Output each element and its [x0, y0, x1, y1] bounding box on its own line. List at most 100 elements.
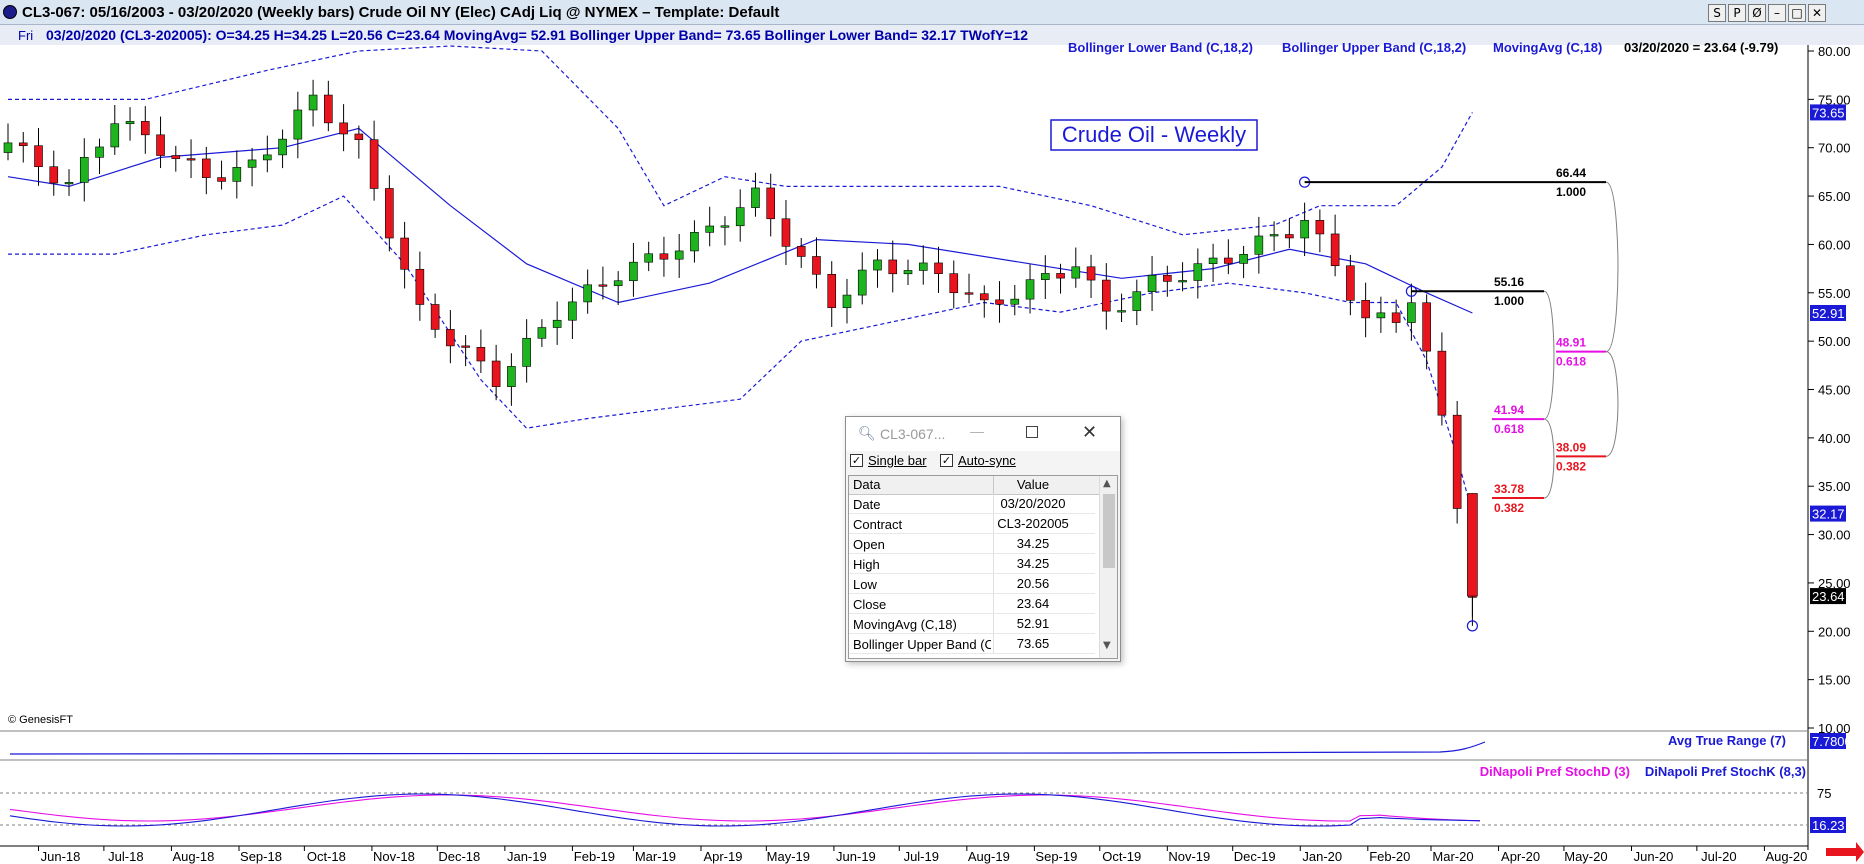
- fib-ratio-label: 1.000: [1494, 294, 1524, 308]
- month-label: Feb-20: [1369, 849, 1410, 864]
- price-tick-label: 70.00: [1818, 141, 1851, 156]
- candle-body: [461, 345, 470, 348]
- month-label: Aug-19: [968, 849, 1010, 864]
- candle-body: [934, 262, 943, 274]
- data-grid-scrollbar[interactable]: ▲ ▼: [1099, 476, 1117, 658]
- data-window-titlebar[interactable]: 🔍︎ CL3-067... — ✕: [846, 417, 1120, 451]
- candle-body: [491, 360, 501, 387]
- fib-ratio-label: 0.618: [1494, 422, 1524, 436]
- stoch-k-label: DiNapoli Pref StochK (8,3): [1645, 764, 1806, 779]
- bollinger-lower-band-line: [8, 195, 1473, 514]
- candle-body: [949, 273, 959, 294]
- atr-label: Avg True Range (7): [1668, 733, 1786, 748]
- data-window-options: ✓ Single bar ✓ Auto-sync: [846, 451, 1120, 471]
- auto-sync-label[interactable]: Auto-sync: [958, 453, 1016, 468]
- data-window[interactable]: 🔍︎ CL3-067... — ✕ ✓ Single bar ✓ Auto-sy…: [845, 416, 1121, 662]
- candle-body: [1407, 302, 1416, 323]
- data-window-minimize-icon[interactable]: —: [970, 423, 984, 439]
- fib-bracket: [1605, 181, 1619, 353]
- month-label: Dec-19: [1234, 849, 1276, 864]
- candle-body: [1010, 298, 1020, 305]
- candle-body: [3, 142, 13, 153]
- candle-body: [1315, 220, 1325, 235]
- candle-body: [568, 301, 577, 321]
- scroll-down-icon[interactable]: ▼: [1103, 640, 1111, 651]
- candle-body: [95, 146, 104, 158]
- candle-body: [552, 319, 562, 328]
- candle-body: [1071, 266, 1081, 279]
- candle-body: [1193, 263, 1203, 281]
- candle-body: [278, 138, 287, 156]
- fib-bracket: [1543, 290, 1555, 420]
- candle-body: [1132, 291, 1142, 311]
- candle-body: [64, 182, 74, 185]
- data-window-close-icon[interactable]: ✕: [1082, 422, 1097, 443]
- candle-body: [247, 159, 257, 168]
- row-label: Date: [853, 497, 881, 512]
- candle-body: [796, 246, 806, 257]
- candle-body: [1422, 302, 1431, 352]
- price-tick-label: 50.00: [1818, 334, 1851, 349]
- candle-body: [964, 292, 974, 295]
- candle-body: [1254, 235, 1264, 255]
- candle-body: [613, 280, 623, 287]
- fib-ratio-label: 0.382: [1556, 459, 1586, 473]
- row-value: 23.64: [993, 594, 1072, 613]
- row-value: 34.25: [993, 554, 1072, 573]
- row-value: 34.25: [993, 534, 1072, 553]
- legend-lower-band: Bollinger Lower Band (C,18,2): [1068, 40, 1253, 55]
- candle-body: [354, 133, 364, 141]
- candle-body: [1163, 274, 1172, 282]
- month-label: Nov-19: [1168, 849, 1210, 864]
- candle-body: [156, 134, 165, 156]
- row-label: Contract: [853, 517, 903, 532]
- magnifier-icon: 🔍︎: [858, 426, 876, 442]
- candle-body: [125, 121, 135, 125]
- scroll-right-arrow-icon[interactable]: [1826, 842, 1864, 862]
- column-header-value[interactable]: Value: [993, 476, 1072, 494]
- candle-body: [140, 121, 150, 136]
- column-header-data[interactable]: Data: [853, 477, 880, 492]
- candle-body: [339, 122, 348, 135]
- month-label: May-20: [1564, 849, 1607, 864]
- row-value: 73.65: [993, 634, 1072, 653]
- candle-body: [1391, 312, 1401, 323]
- data-grid-header: Data Value: [849, 476, 1117, 495]
- scroll-up-icon[interactable]: ▲: [1103, 478, 1111, 489]
- candle-body: [1178, 280, 1187, 283]
- data-window-maximize-icon[interactable]: [1026, 426, 1038, 438]
- candle-body: [1239, 254, 1248, 264]
- month-label: Sep-19: [1035, 849, 1077, 864]
- atr-value-badge: 7.7800: [1812, 734, 1852, 749]
- data-grid[interactable]: Data Value Date 03/20/2020 Contract CL3-20…: [848, 475, 1118, 659]
- candle-body: [1330, 233, 1340, 267]
- single-bar-checkbox[interactable]: ✓: [850, 454, 863, 467]
- single-bar-label[interactable]: Single bar: [868, 453, 927, 468]
- candle-body: [629, 261, 638, 282]
- price-tick-label: 40.00: [1818, 431, 1851, 446]
- candle-body: [202, 158, 211, 178]
- candle-body: [781, 218, 791, 247]
- candle-body: [690, 232, 699, 252]
- month-label: Apr-19: [703, 849, 742, 864]
- candle-body: [1102, 279, 1111, 312]
- month-label: Apr-20: [1501, 849, 1540, 864]
- candle-body: [1056, 273, 1065, 279]
- candle-body: [1452, 414, 1462, 509]
- row-label: Close: [853, 597, 887, 612]
- candle-body: [1467, 493, 1478, 597]
- row-label: Low: [853, 577, 877, 592]
- candle-body: [34, 145, 43, 168]
- month-label: Jul-20: [1701, 849, 1736, 864]
- scroll-thumb[interactable]: [1103, 494, 1115, 568]
- candle-body: [507, 366, 516, 387]
- candle-body: [918, 262, 928, 271]
- candle-body: [308, 94, 318, 111]
- candle-body: [537, 327, 547, 339]
- auto-sync-checkbox[interactable]: ✓: [940, 454, 953, 467]
- fib-price-label: 55.16: [1494, 275, 1524, 289]
- month-label: Sep-18: [240, 849, 282, 864]
- price-tick-label: 35.00: [1818, 479, 1851, 494]
- price-tick-label: 80.00: [1818, 44, 1851, 59]
- candle-body: [430, 304, 440, 330]
